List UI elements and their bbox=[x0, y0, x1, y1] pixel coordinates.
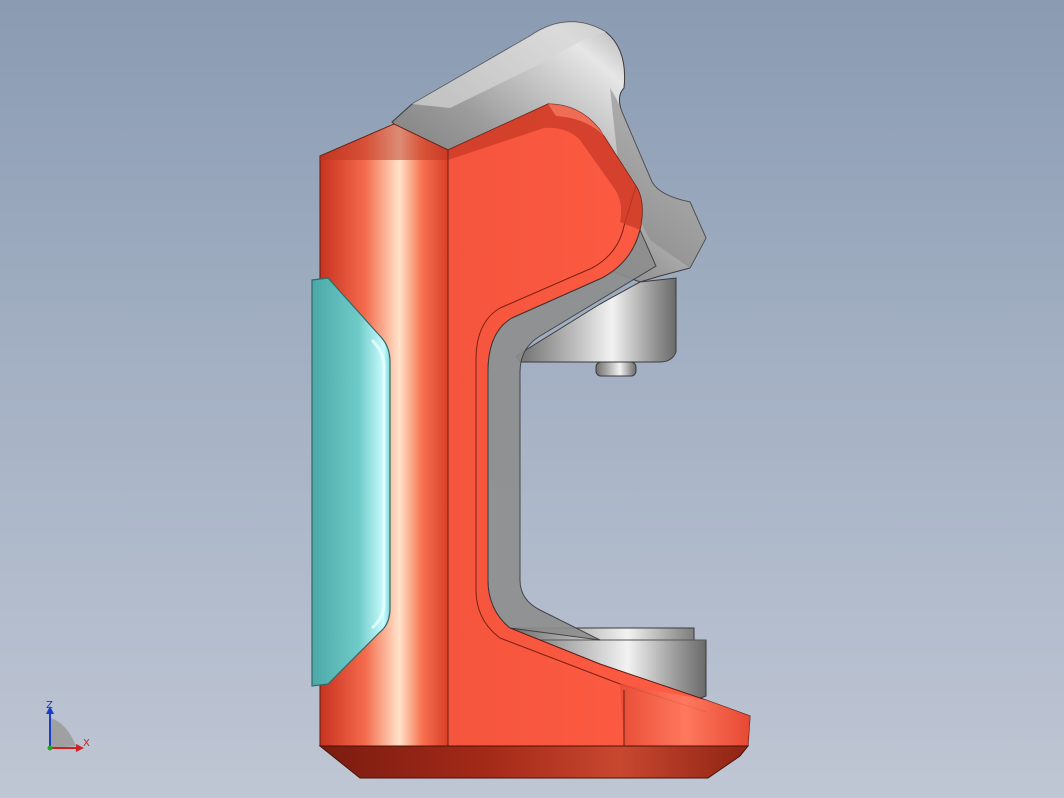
display-window bbox=[311, 277, 391, 687]
cad-model-view[interactable]: Z X bbox=[0, 0, 1064, 798]
z-axis-label: Z bbox=[46, 700, 53, 711]
x-axis-label: X bbox=[83, 738, 90, 749]
axis-triad: Z X bbox=[46, 700, 90, 752]
3d-viewport[interactable]: Z X bbox=[0, 0, 1064, 798]
origin-icon bbox=[47, 745, 53, 751]
